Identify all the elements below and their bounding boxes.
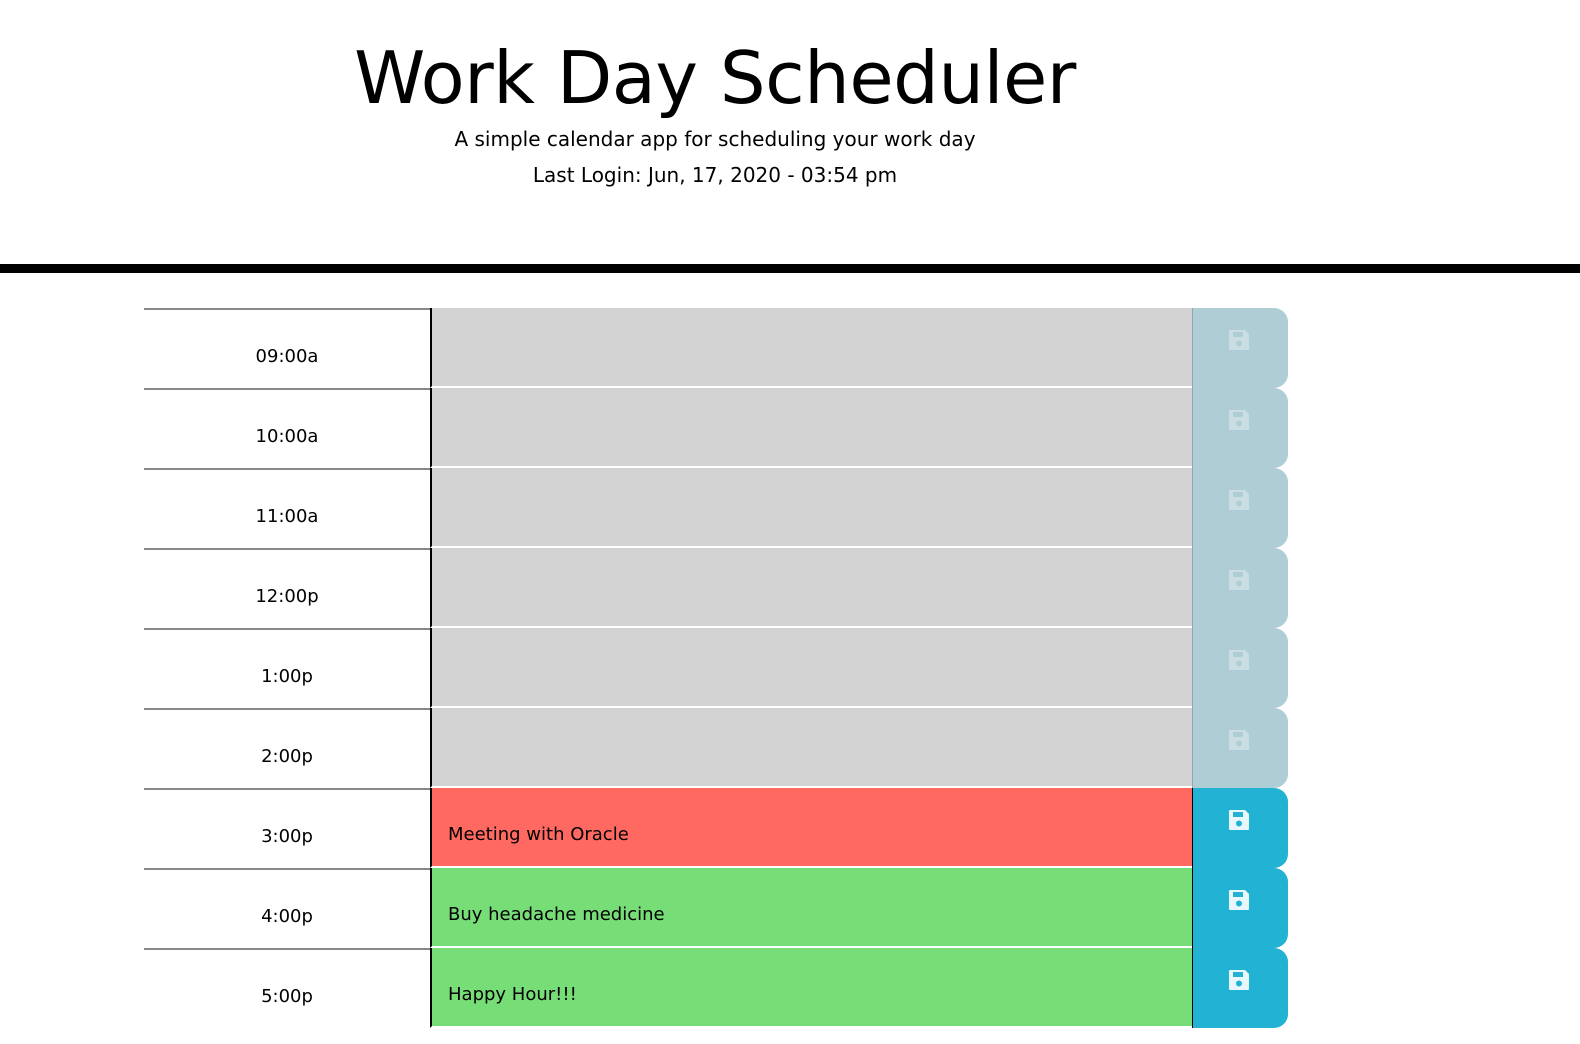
save-icon	[1227, 728, 1251, 752]
event-description-input[interactable]	[430, 468, 1192, 548]
event-description-input[interactable]	[430, 628, 1192, 708]
timeblock-row: 5:00p Happy Hour!!!	[144, 948, 1288, 1028]
event-description-input[interactable]: Happy Hour!!!	[430, 948, 1192, 1028]
save-button[interactable]	[1192, 548, 1288, 628]
timeblock-row: 09:00a	[144, 308, 1288, 388]
save-icon	[1227, 648, 1251, 672]
page-title: Work Day Scheduler	[354, 36, 1076, 120]
save-icon	[1227, 888, 1251, 912]
hour-label: 11:00a	[144, 468, 430, 548]
hour-label: 5:00p	[144, 948, 430, 1028]
timeblock-row: 2:00p	[144, 708, 1288, 788]
timeblock-row: 12:00p	[144, 548, 1288, 628]
save-button[interactable]	[1192, 868, 1288, 948]
save-button[interactable]	[1192, 308, 1288, 388]
timeblock-row: 3:00p Meeting with Oracle	[144, 788, 1288, 868]
timeblock-row: 4:00p Buy headache medicine	[144, 868, 1288, 948]
page-subtitle: A simple calendar app for scheduling you…	[454, 127, 976, 151]
save-icon	[1227, 408, 1251, 432]
save-button[interactable]	[1192, 708, 1288, 788]
save-button[interactable]	[1192, 628, 1288, 708]
hour-label: 12:00p	[144, 548, 430, 628]
save-icon	[1227, 328, 1251, 352]
event-description-input[interactable]	[430, 308, 1192, 388]
save-icon	[1227, 808, 1251, 832]
event-description-input[interactable]: Buy headache medicine	[430, 868, 1192, 948]
hour-label: 4:00p	[144, 868, 430, 948]
event-description-input[interactable]: Meeting with Oracle	[430, 788, 1192, 868]
event-description-input[interactable]	[430, 548, 1192, 628]
event-description-input[interactable]	[430, 708, 1192, 788]
timeblock-row: 10:00a	[144, 388, 1288, 468]
save-button[interactable]	[1192, 788, 1288, 868]
event-description-input[interactable]	[430, 388, 1192, 468]
hour-label: 2:00p	[144, 708, 430, 788]
save-icon	[1227, 488, 1251, 512]
save-button[interactable]	[1192, 468, 1288, 548]
hour-label: 1:00p	[144, 628, 430, 708]
hour-label: 3:00p	[144, 788, 430, 868]
save-button[interactable]	[1192, 388, 1288, 468]
save-icon	[1227, 968, 1251, 992]
timeblock-row: 1:00p	[144, 628, 1288, 708]
save-icon	[1227, 568, 1251, 592]
hour-label: 10:00a	[144, 388, 430, 468]
timeblock-row: 11:00a	[144, 468, 1288, 548]
schedule-container: 09:00a 10:00a 11:00a 12:00p 1:00p 2:00p 3:00p M…	[144, 308, 1288, 1028]
hour-label: 09:00a	[144, 308, 430, 388]
header-jumbotron: Work Day Scheduler A simple calendar app…	[0, 0, 1580, 273]
last-login-text: Last Login: Jun, 17, 2020 - 03:54 pm	[532, 163, 898, 187]
save-button[interactable]	[1192, 948, 1288, 1028]
